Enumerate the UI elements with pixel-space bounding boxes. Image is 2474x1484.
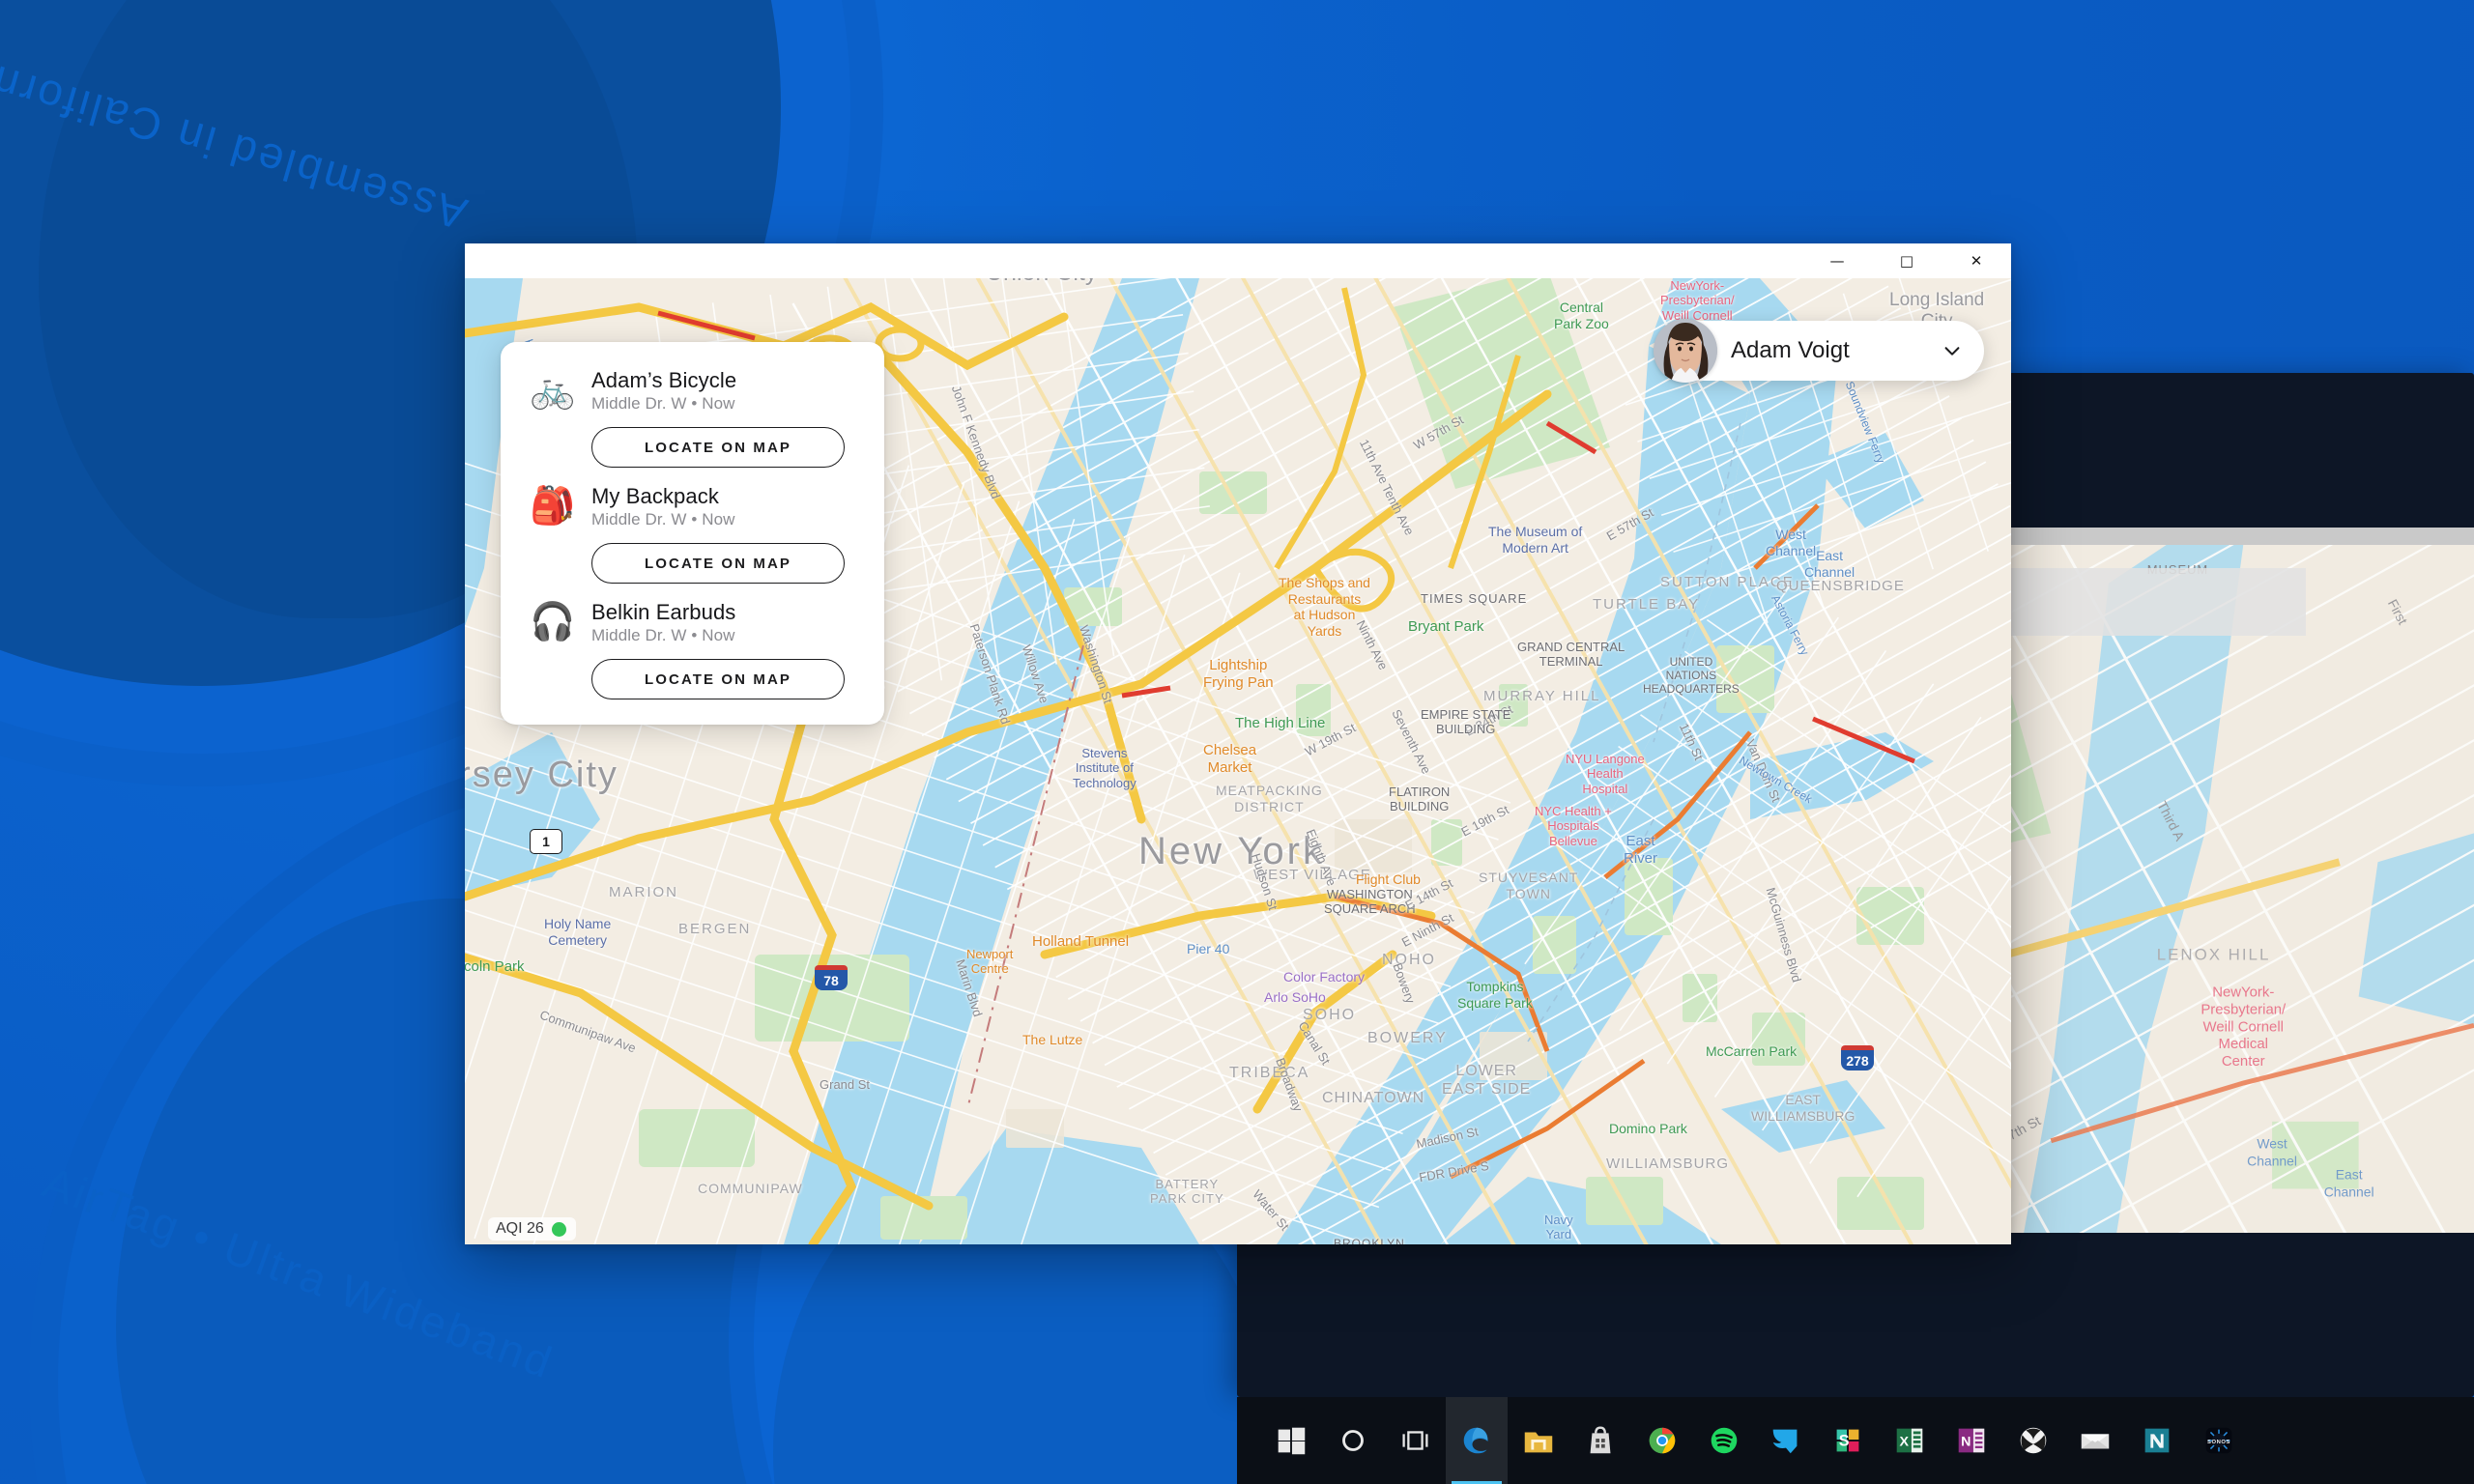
- cortana-button[interactable]: [1322, 1397, 1384, 1484]
- onenote-button[interactable]: N: [1941, 1397, 2002, 1484]
- headphones-icon: 🎧: [530, 602, 576, 642]
- xbox-button[interactable]: [2002, 1397, 2064, 1484]
- notion-n-icon: [2139, 1422, 2175, 1459]
- folder-icon: [1520, 1422, 1557, 1459]
- user-account-pill[interactable]: Adam Voigt: [1654, 319, 1984, 383]
- items-card: 🚲 Adam’s Bicycle Middle Dr. W • Now LOCA…: [501, 342, 884, 725]
- onenote-icon: N: [1953, 1422, 1990, 1459]
- notion-button[interactable]: [2126, 1397, 2188, 1484]
- svg-text:Center: Center: [2222, 1053, 2265, 1070]
- close-icon: ✕: [1970, 251, 1983, 270]
- chrome-icon: [1644, 1422, 1681, 1459]
- item-header: 🎧 Belkin Earbuds Middle Dr. W • Now: [528, 597, 857, 647]
- item-name: My Backpack: [591, 483, 719, 508]
- file-explorer-button[interactable]: [1508, 1397, 1569, 1484]
- close-button[interactable]: ✕: [1942, 243, 2011, 278]
- excel-button[interactable]: X: [1879, 1397, 1941, 1484]
- svg-text:Weill Cornell: Weill Cornell: [2203, 1018, 2284, 1035]
- backpack-icon: 🎒: [530, 486, 576, 527]
- chevron-down-icon[interactable]: [1942, 340, 1963, 361]
- edge-icon: [1458, 1422, 1495, 1459]
- task-view-button[interactable]: [1384, 1397, 1446, 1484]
- svg-text:LENOX HILL: LENOX HILL: [2157, 946, 2271, 964]
- cortana-circle-icon: [1335, 1422, 1371, 1459]
- item-name: Adam’s Bicycle: [591, 367, 737, 392]
- item-text: Adam’s Bicycle Middle Dr. W • Now: [591, 368, 736, 414]
- sonos-button[interactable]: SONOS: [2188, 1397, 2250, 1484]
- twitter-bird-icon: [1768, 1422, 1804, 1459]
- svg-text:East: East: [2336, 1167, 2363, 1183]
- locate-on-map-button[interactable]: LOCATE ON MAP: [591, 543, 845, 584]
- windows-logo-icon: [1273, 1422, 1309, 1459]
- mail-button[interactable]: [2064, 1397, 2126, 1484]
- app-window: — □ ✕ sey City New York Long Island NewY…: [465, 243, 2011, 1244]
- svg-text:Presbyterian/: Presbyterian/: [2201, 1001, 2287, 1017]
- edge-button[interactable]: [1446, 1397, 1508, 1484]
- slack-button[interactable]: S: [1817, 1397, 1879, 1484]
- map-viewport[interactable]: Union CityHobokenJersey CityNew YorkMANH…: [465, 278, 2011, 1244]
- spotify-icon: [1706, 1422, 1742, 1459]
- store-button[interactable]: [1569, 1397, 1631, 1484]
- slack-icon: S: [1829, 1422, 1866, 1459]
- svg-text:SONOS: SONOS: [2207, 1440, 2230, 1445]
- windows-taskbar[interactable]: S X N SONOS: [1237, 1397, 2474, 1484]
- list-item[interactable]: 🎒 My Backpack Middle Dr. W • Now LOCATE …: [528, 468, 857, 584]
- start-button[interactable]: [1260, 1397, 1322, 1484]
- maximize-icon: □: [1899, 251, 1914, 270]
- svg-text:Channel: Channel: [2247, 1154, 2297, 1169]
- spotify-button[interactable]: [1693, 1397, 1755, 1484]
- svg-text:N: N: [1961, 1435, 1971, 1450]
- minimize-icon: —: [1829, 251, 1845, 270]
- locate-on-map-button[interactable]: LOCATE ON MAP: [591, 427, 845, 468]
- svg-text:S: S: [1839, 1433, 1850, 1450]
- item-text: My Backpack Middle Dr. W • Now: [591, 484, 735, 529]
- aqi-label: AQI 26: [496, 1220, 544, 1237]
- mail-envelope-icon: [2077, 1422, 2114, 1459]
- excel-icon: X: [1891, 1422, 1928, 1459]
- item-text: Belkin Earbuds Middle Dr. W • Now: [591, 600, 735, 645]
- list-item[interactable]: 🚲 Adam’s Bicycle Middle Dr. W • Now LOCA…: [528, 359, 857, 468]
- user-name: Adam Voigt: [1731, 337, 1850, 363]
- locate-on-map-button[interactable]: LOCATE ON MAP: [591, 659, 845, 699]
- item-header: 🎒 My Backpack Middle Dr. W • Now: [528, 481, 857, 531]
- svg-text:NewYork-: NewYork-: [2212, 985, 2274, 1001]
- item-subtitle: Middle Dr. W • Now: [591, 625, 735, 644]
- item-header: 🚲 Adam’s Bicycle Middle Dr. W • Now: [528, 365, 857, 415]
- window-titlebar: — □ ✕: [465, 243, 2011, 278]
- maximize-button[interactable]: □: [1872, 243, 1942, 278]
- svg-text:Medical: Medical: [2219, 1036, 2268, 1052]
- xbox-icon: [2015, 1422, 2052, 1459]
- svg-text:West: West: [2257, 1136, 2287, 1152]
- minimize-button[interactable]: —: [1802, 243, 1872, 278]
- avatar: [1654, 319, 1717, 383]
- svg-text:Channel: Channel: [2324, 1184, 2374, 1199]
- bicycle-icon: 🚲: [530, 370, 576, 411]
- item-subtitle: Middle Dr. W • Now: [591, 509, 735, 528]
- svg-text:X: X: [1900, 1435, 1910, 1450]
- list-item[interactable]: 🎧 Belkin Earbuds Middle Dr. W • Now LOCA…: [528, 584, 857, 699]
- store-bag-icon: [1582, 1422, 1619, 1459]
- chrome-button[interactable]: [1631, 1397, 1693, 1484]
- item-subtitle: Middle Dr. W • Now: [591, 393, 735, 413]
- item-name: Belkin Earbuds: [591, 599, 736, 624]
- sonos-icon: SONOS: [2201, 1422, 2237, 1459]
- task-view-icon: [1396, 1422, 1433, 1459]
- twitter-button[interactable]: [1755, 1397, 1817, 1484]
- aqi-badge: AQI 26: [488, 1217, 576, 1241]
- aqi-status-dot: [551, 1221, 566, 1237]
